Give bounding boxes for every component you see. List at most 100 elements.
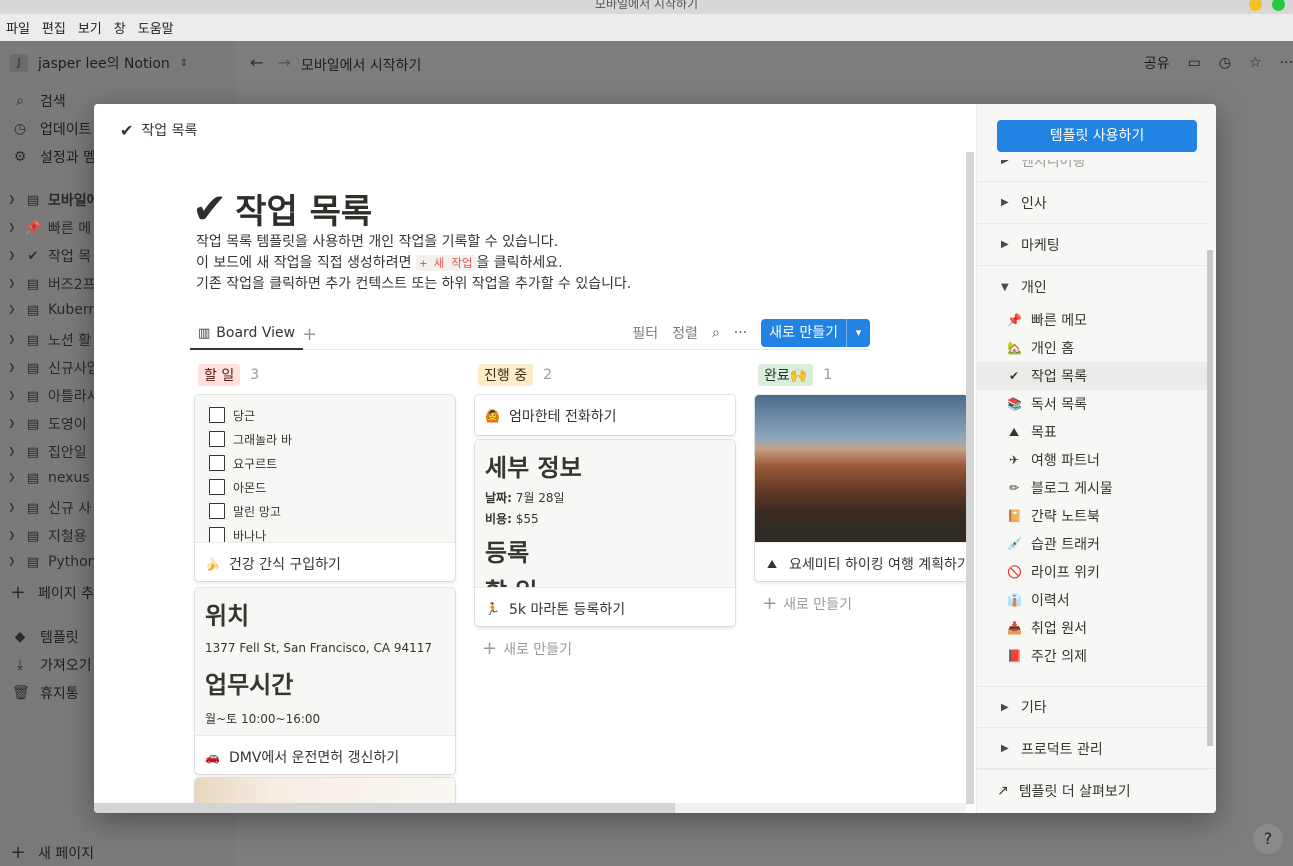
sidebar-item-search[interactable]: ⌕ 검색 bbox=[12, 91, 66, 111]
menu-help[interactable]: 도움말 bbox=[132, 18, 180, 37]
comment-icon[interactable]: ▭ bbox=[1188, 55, 1201, 71]
board-card[interactable]: ⛰ 요세미티 하이킹 여행 계획하기 bbox=[755, 395, 968, 581]
preview-vertical-scrollbar[interactable] bbox=[966, 152, 974, 804]
template-category[interactable]: ▶ 인사 bbox=[977, 182, 1207, 224]
person-icon: 🙆 bbox=[485, 409, 500, 423]
template-item[interactable]: 📥 취업 원서 bbox=[977, 614, 1207, 642]
menu-window[interactable]: 창 bbox=[108, 18, 132, 37]
sidebar-page[interactable]: ❯ 📌 빠른 메 bbox=[8, 218, 91, 238]
board-card[interactable]: 🙆 엄마한테 전화하기 bbox=[475, 395, 735, 435]
workspace-switcher[interactable]: J jasper lee의 Notion ⇕ bbox=[10, 53, 188, 73]
column-header-todo[interactable]: 할 일 3 bbox=[198, 364, 259, 386]
sidebar-item-templates[interactable]: ◆ 템플릿 bbox=[12, 627, 79, 647]
template-item[interactable]: 📌 빠른 메모 bbox=[977, 306, 1207, 334]
menu-edit[interactable]: 편집 bbox=[36, 18, 72, 37]
history-icon[interactable]: ◷ bbox=[1219, 55, 1231, 71]
chevron-right-icon[interactable]: ❯ bbox=[8, 251, 18, 261]
chevron-right-icon[interactable]: ❯ bbox=[8, 223, 18, 233]
back-arrow-icon[interactable]: ← bbox=[250, 53, 263, 72]
board-card[interactable]: 세부 정보 날짜: 7월 28일 비용: $55 등록 할 일 🏃 5k 마라톤… bbox=[475, 440, 735, 626]
card-property: 비용: $55 bbox=[485, 510, 725, 527]
template-item[interactable]: 🚫 라이프 위키 bbox=[977, 558, 1207, 586]
new-button[interactable]: 새로 만들기 bbox=[761, 319, 846, 347]
sidebar-page[interactable]: ❯ ▤ nexus r bbox=[8, 470, 100, 486]
forward-arrow-icon[interactable]: → bbox=[277, 53, 290, 72]
template-item-selected[interactable]: ✔ 작업 목록 bbox=[977, 362, 1207, 390]
chevron-right-icon[interactable]: ❯ bbox=[8, 419, 18, 429]
sidebar-page[interactable]: ❯ ▤ Python bbox=[8, 554, 97, 570]
template-item[interactable]: 📕 주간 의제 bbox=[977, 642, 1207, 670]
menu-view[interactable]: 보기 bbox=[72, 18, 108, 37]
chevron-right-icon[interactable]: ❯ bbox=[8, 391, 18, 401]
chevron-right-icon[interactable]: ❯ bbox=[8, 279, 18, 289]
category-label: 마케팅 bbox=[1021, 237, 1060, 254]
sidebar-page[interactable]: ❯ ▤ Kubern bbox=[8, 302, 97, 318]
search-icon[interactable]: ⌕ bbox=[712, 325, 720, 341]
star-icon[interactable]: ☆ bbox=[1249, 55, 1262, 71]
menu-file[interactable]: 파일 bbox=[0, 18, 36, 37]
help-button[interactable]: ? bbox=[1253, 824, 1283, 854]
chevron-right-icon[interactable]: ❯ bbox=[8, 195, 18, 205]
chevron-right-icon[interactable]: ❯ bbox=[8, 447, 18, 457]
template-item[interactable]: ⛰ 목표 bbox=[977, 418, 1207, 446]
sidebar-item-trash[interactable]: 🗑 휴지통 bbox=[12, 683, 79, 703]
sidebar-page[interactable]: ❯ ▤ 지철용 bbox=[8, 526, 87, 546]
sidebar-page[interactable]: ❯ ▤ 도영이 bbox=[8, 414, 87, 434]
add-page-button[interactable]: + 페이지 추가 bbox=[10, 582, 106, 603]
template-item[interactable]: 📚 독서 목록 bbox=[977, 390, 1207, 418]
sidebar-page[interactable]: ❯ ▤ 버즈2프 bbox=[8, 274, 96, 294]
sidebar-page[interactable]: ❯ ▤ 집안일 bbox=[8, 442, 87, 462]
template-item[interactable]: ✈ 여행 파트너 bbox=[977, 446, 1207, 474]
template-category-open[interactable]: ▼ 개인 bbox=[977, 266, 1207, 308]
chevron-right-icon[interactable]: ❯ bbox=[8, 473, 18, 483]
column-tag: 진행 중 bbox=[478, 364, 534, 386]
sidebar-page[interactable]: ❯ ▤ 아틀라시 bbox=[8, 386, 100, 406]
more-templates-link[interactable]: ↗ 템플릿 더 살펴보기 bbox=[977, 768, 1216, 813]
add-card-button[interactable]: + 새로 만들기 bbox=[482, 638, 572, 659]
add-view-icon[interactable]: + bbox=[302, 324, 317, 345]
template-category[interactable]: ▶ 마케팅 bbox=[977, 224, 1207, 266]
board-card[interactable]: 위치 1377 Fell St, San Francisco, CA 94117… bbox=[195, 588, 455, 774]
chevron-right-icon[interactable]: ❯ bbox=[8, 363, 18, 373]
share-button[interactable]: 공유 bbox=[1144, 53, 1170, 73]
chevron-right-icon[interactable]: ❯ bbox=[8, 531, 18, 541]
scrollbar-thumb[interactable] bbox=[94, 803, 675, 813]
breadcrumb[interactable]: 모바일에서 시작하기 bbox=[301, 55, 421, 75]
use-template-button[interactable]: 템플릿 사용하기 bbox=[997, 120, 1197, 152]
add-card-button[interactable]: + 새로 만들기 bbox=[762, 593, 852, 614]
template-category[interactable]: ▶ 프로덕트 관리 bbox=[977, 728, 1207, 770]
template-category[interactable]: ▶ 엔지니어링 bbox=[977, 160, 1207, 182]
template-item[interactable]: 💉 습관 트래커 bbox=[977, 530, 1207, 558]
template-item[interactable]: 📔 간략 노트북 bbox=[977, 502, 1207, 530]
template-item[interactable]: 🏡 개인 홈 bbox=[977, 334, 1207, 362]
chevron-right-icon[interactable]: ❯ bbox=[8, 503, 18, 513]
sidebar-page[interactable]: ❯ ✔ 작업 목 bbox=[8, 246, 91, 266]
minimize-button[interactable] bbox=[1249, 0, 1262, 11]
chevron-right-icon[interactable]: ❯ bbox=[8, 335, 18, 345]
template-item[interactable]: 👔 이력서 bbox=[977, 586, 1207, 614]
preview-horizontal-scrollbar[interactable] bbox=[94, 803, 966, 813]
sidebar-item-settings[interactable]: ⚙ 설정과 멤 bbox=[12, 147, 96, 167]
template-category[interactable]: ▶ 기타 bbox=[977, 686, 1207, 728]
template-item[interactable]: ✏ 블로그 게시물 bbox=[977, 474, 1207, 502]
sidebar-page[interactable]: ❯ ▤ 노션 활 bbox=[8, 330, 91, 350]
chevron-down-icon[interactable]: ▾ bbox=[846, 319, 870, 347]
sort-button[interactable]: 정렬 bbox=[672, 323, 698, 343]
column-header-in-progress[interactable]: 진행 중 2 bbox=[478, 364, 552, 386]
tab-board-view[interactable]: ▥ Board View bbox=[190, 318, 304, 350]
chevron-right-icon[interactable]: ❯ bbox=[8, 305, 18, 315]
sidebar-item-updates[interactable]: ◷ 업데이트 bbox=[12, 119, 92, 139]
more-icon[interactable]: ··· bbox=[1280, 55, 1293, 71]
sidebar-page[interactable]: ❯ ▤ 신규 사 bbox=[8, 498, 91, 518]
template-list-scrollbar[interactable] bbox=[1207, 250, 1213, 746]
sidebar-page[interactable]: ❯ ▤ 신규사업 bbox=[8, 358, 100, 378]
filter-button[interactable]: 필터 bbox=[632, 323, 658, 343]
chevron-right-icon[interactable]: ❯ bbox=[8, 557, 18, 567]
sidebar-item-import[interactable]: ⤓ 가져오기 bbox=[12, 655, 92, 675]
more-icon[interactable]: ··· bbox=[734, 325, 747, 341]
maximize-button[interactable] bbox=[1272, 0, 1285, 11]
column-header-done[interactable]: 완료🙌 1 bbox=[758, 364, 832, 386]
sidebar-page[interactable]: ❯ ▤ 모바일에 bbox=[8, 190, 100, 210]
new-page-button[interactable]: + 새 페이지 bbox=[10, 842, 94, 863]
board-card[interactable]: 당근 그래놀라 바 요구르트 아몬드 말린 망고 바나나 🍌 건강 간식 구입하… bbox=[195, 395, 455, 581]
